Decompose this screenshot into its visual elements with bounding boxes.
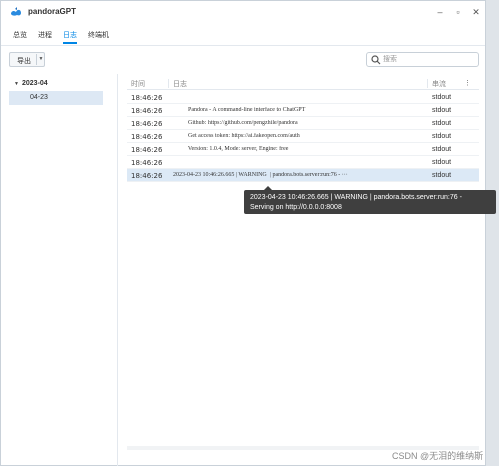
maximize-icon[interactable]: ▫ [451, 5, 465, 19]
column-header-time[interactable]: 时间 [131, 79, 145, 89]
title-bar: pandoraGPT – ▫ ✕ [1, 1, 485, 23]
table-row[interactable]: 18:46:26 stdout [127, 156, 479, 169]
export-button[interactable]: 导出 ▼ [9, 52, 45, 67]
tab-process[interactable]: 进程 [38, 30, 52, 44]
tab-overview[interactable]: 总览 [13, 30, 27, 44]
log-tooltip: 2023-04-23 10:46:26.665 | WARNING | pand… [244, 186, 496, 214]
column-header-stream[interactable]: 串流 [432, 79, 446, 89]
background-strip [486, 0, 499, 466]
column-divider[interactable] [168, 79, 169, 88]
search-icon [371, 55, 381, 65]
app-title: pandoraGPT [28, 7, 77, 16]
table-row[interactable]: 18:46:26 Github: https://github.com/peng… [127, 117, 479, 130]
tree-group-label: 2023-04 [22, 80, 48, 87]
cell-time: 18:46:26 [131, 159, 163, 167]
cell-time: 18:46:26 [131, 120, 163, 128]
caret-down-icon[interactable]: ▼ [36, 54, 45, 65]
cell-stream: stdout [432, 94, 452, 101]
cell-stream: stdout [432, 172, 452, 179]
table-row[interactable]: 18:46:26 Get access token: https://ai.fa… [127, 130, 479, 143]
date-tree-sidebar: ▼ 2023-04 04-23 [1, 74, 118, 466]
watermark: CSDN @无泪的维纳斯 [392, 451, 484, 461]
table-row[interactable]: 18:46:26 Pandora - A command-line interf… [127, 104, 479, 117]
close-icon[interactable]: ✕ [469, 5, 483, 19]
cell-stream: stdout [432, 133, 452, 140]
tree-item-date[interactable]: 04-23 [9, 91, 103, 105]
tooltip-arrow [264, 186, 272, 190]
cell-stream: stdout [432, 146, 452, 153]
cell-log: Github: https://github.com/pengzhile/pan… [173, 120, 298, 126]
cell-stream: stdout [432, 120, 452, 127]
toolbar: 导出 ▼ [1, 46, 485, 74]
caret-down-icon[interactable]: ▼ [14, 81, 19, 87]
table-header: 时间 日志 串流 ⋮ [127, 77, 479, 90]
tab-log[interactable]: 日志 [63, 30, 77, 44]
cloud-bird-icon [11, 7, 21, 16]
tooltip-line-1: 2023-04-23 10:46:26.665 | WARNING | pand… [250, 194, 462, 201]
table-row-selected[interactable]: 18:46:26 2023-04-23 10:46:26.665 | WARNI… [127, 169, 479, 182]
tab-terminal[interactable]: 终端机 [88, 30, 109, 44]
tab-bar: 总览 进程 日志 终端机 [1, 26, 485, 46]
cell-log: Version: 1.0.4, Mode: server, Engine: fr… [173, 146, 289, 152]
cell-time: 18:46:26 [131, 146, 163, 154]
cell-stream: stdout [432, 107, 452, 114]
app-window: pandoraGPT – ▫ ✕ 总览 进程 日志 终端机 导出 ▼ ▼ 202… [0, 0, 486, 466]
cell-log: Get access token: https://ai.fakeopen.co… [173, 133, 300, 139]
table-row[interactable]: 18:46:26 Version: 1.0.4, Mode: server, E… [127, 143, 479, 156]
cell-log: 2023-04-23 10:46:26.665 | WARNING | pand… [173, 172, 348, 178]
tooltip-line-2: Serving on http://0.0.0.0:8008 [250, 204, 342, 211]
search-input[interactable] [383, 54, 475, 65]
minimize-icon[interactable]: – [433, 5, 447, 19]
cell-time: 18:46:26 [131, 133, 163, 141]
cell-stream: stdout [432, 159, 452, 166]
cell-time: 18:46:26 [131, 94, 163, 102]
table-row[interactable]: 18:46:26 stdout [127, 91, 479, 104]
tree-item-label: 04-23 [30, 94, 48, 101]
search-box[interactable] [366, 52, 479, 67]
cell-time: 18:46:26 [131, 107, 163, 115]
cell-time: 18:46:26 [131, 172, 163, 180]
cell-log: Pandora - A command-line interface to Ch… [173, 107, 306, 113]
column-header-log[interactable]: 日志 [173, 79, 187, 89]
column-divider[interactable] [427, 79, 428, 88]
export-label: 导出 [17, 58, 31, 65]
more-vertical-icon[interactable]: ⋮ [464, 79, 471, 87]
